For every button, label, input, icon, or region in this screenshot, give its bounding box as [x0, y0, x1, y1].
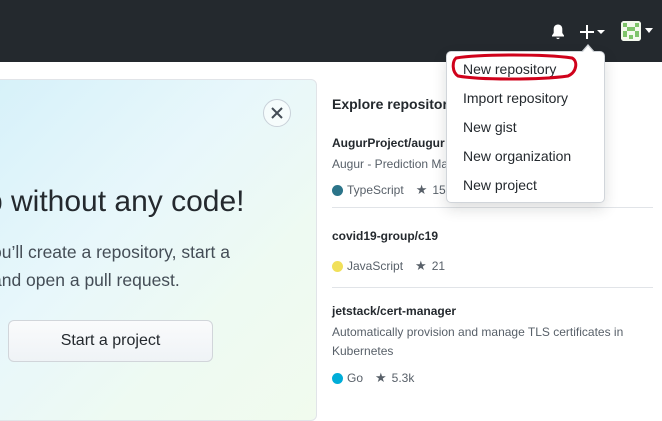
divider: [332, 207, 653, 208]
repo-stars[interactable]: 21: [432, 259, 445, 273]
language-color-dot: [332, 372, 343, 384]
star-icon: ★: [375, 370, 387, 385]
chevron-down-icon[interactable]: [645, 28, 653, 34]
repo-name-link[interactable]: jetstack/cert-manager: [332, 304, 652, 318]
star-icon: ★: [415, 182, 428, 197]
hero-description-line: ou’ll create a repository, start a: [0, 242, 230, 262]
repo-meta: JavaScript ★ 21: [332, 258, 652, 274]
hero-title: p without any code!: [0, 185, 245, 218]
repo-language: Go: [347, 371, 364, 385]
repo-meta: Go ★ 5.3k: [332, 370, 652, 386]
close-icon[interactable]: [263, 99, 291, 127]
hero-description-line: and open a pull request.: [0, 270, 180, 290]
highlight-annotation: [451, 53, 578, 81]
menu-item-new-organization[interactable]: New organization: [463, 148, 571, 164]
repo-description-line: Kubernetes: [332, 344, 394, 358]
dropdown-caret-fill: [582, 46, 594, 53]
identicon-icon: [621, 21, 641, 41]
menu-item-import-repository[interactable]: Import repository: [463, 90, 568, 106]
plus-icon[interactable]: [580, 23, 606, 41]
star-icon: ★: [415, 258, 427, 273]
repo-name-link[interactable]: covid19-group/c19: [332, 229, 652, 243]
repo-description: Automatically provision and manage TLS c…: [332, 323, 652, 361]
divider: [332, 287, 653, 288]
language-color-dot: [332, 184, 343, 196]
repo-language: JavaScript: [347, 259, 404, 273]
menu-item-new-project[interactable]: New project: [463, 177, 537, 193]
bell-icon[interactable]: [550, 23, 566, 41]
menu-item-new-gist[interactable]: New gist: [463, 119, 517, 135]
repo-card: jetstack/cert-manager Automatically prov…: [332, 304, 652, 386]
hero-description: ou’ll create a repository, start a and o…: [0, 238, 292, 294]
repo-stars[interactable]: 15: [432, 183, 445, 197]
repo-card: covid19-group/c19 JavaScript ★ 21: [332, 229, 652, 274]
repo-description-line: Automatically provision and manage TLS c…: [332, 325, 624, 339]
explore-repositories-title: Explore repositorie: [332, 96, 460, 112]
language-color-dot: [332, 260, 343, 272]
start-project-button[interactable]: Start a project: [8, 320, 213, 362]
repo-language: TypeScript: [347, 183, 404, 197]
avatar[interactable]: [621, 21, 641, 41]
repo-stars[interactable]: 5.3k: [392, 371, 415, 385]
